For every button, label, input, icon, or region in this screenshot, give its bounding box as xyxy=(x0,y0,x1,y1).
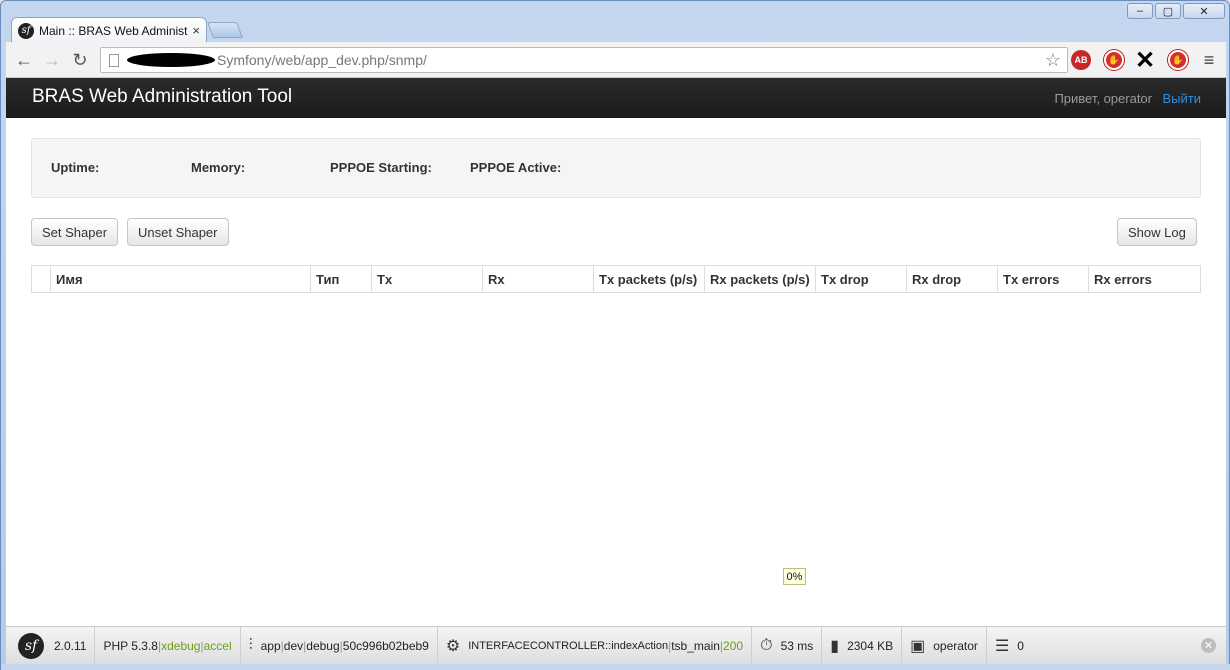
bookmark-star-icon[interactable]: ☆ xyxy=(1045,50,1061,71)
column-tx-packets[interactable]: Tx packets (p/s) xyxy=(593,266,704,292)
menu-icon[interactable]: ≡ xyxy=(1199,50,1219,70)
column-tx-errors[interactable]: Tx errors xyxy=(997,266,1088,292)
reload-icon[interactable]: ↻ xyxy=(68,48,92,72)
page-icon xyxy=(109,53,119,67)
sf-db-item[interactable]: ☰ 0 xyxy=(987,627,1032,665)
maximize-button[interactable]: ▢ xyxy=(1155,3,1181,19)
symfony-logo-icon: sf xyxy=(18,632,44,659)
sf-config-app: app xyxy=(260,638,281,653)
stop-icon[interactable]: ✋ xyxy=(1104,50,1124,70)
forward-arrow-icon[interactable]: → xyxy=(40,48,64,72)
sf-route: tsb_main xyxy=(671,638,720,653)
sf-version-item[interactable]: sf 2.0.11 xyxy=(6,626,96,665)
sf-config-env: dev xyxy=(283,638,304,653)
pppoe-active-label: PPPOE Active: xyxy=(470,160,562,175)
sf-security-item[interactable]: ▣ operator xyxy=(902,626,987,665)
app-navbar: BRAS Web Administration Tool Привет, ope… xyxy=(6,78,1226,118)
loading-progress: 0% xyxy=(783,568,806,585)
logout-link[interactable]: Выйти xyxy=(1163,91,1202,106)
adblock-plus-icon[interactable]: AB xyxy=(1071,50,1091,70)
new-tab-button[interactable] xyxy=(207,22,243,38)
sf-php-item[interactable]: PHP 5.3.8 | xdebug | accel xyxy=(95,626,241,665)
pppoe-starting-label: PPPOE Starting: xyxy=(330,160,432,175)
uptime-label: Uptime: xyxy=(51,160,100,175)
column-rx-drop[interactable]: Rx drop xyxy=(906,266,997,292)
sf-status-code: 200 xyxy=(723,638,744,653)
sf-config-token: 50c996b02beb9 xyxy=(342,638,429,653)
column-rx[interactable]: Rx xyxy=(482,266,593,292)
window-controls: – ▢ ✕ xyxy=(1127,3,1225,19)
symfony-favicon-icon: sf xyxy=(18,22,34,39)
unset-shaper-button[interactable]: Unset Shaper xyxy=(127,218,229,246)
sf-time: 53 ms xyxy=(780,638,814,653)
sf-memory: 2304 KB xyxy=(847,638,894,653)
sf-memory-item[interactable]: ▮ 2304 KB xyxy=(822,626,903,665)
x-icon[interactable]: ✕ xyxy=(1135,47,1155,74)
user-card-icon: ▣ xyxy=(910,637,926,655)
column-type[interactable]: Тип xyxy=(310,266,371,292)
browser-toolbar: ← → ↻ Symfony/web/app_dev.php/snmp/ ☆ AB… xyxy=(6,42,1226,78)
show-log-button[interactable]: Show Log xyxy=(1117,218,1197,246)
column-rx-errors[interactable]: Rx errors xyxy=(1088,266,1200,292)
sf-request-item[interactable]: ⚙ INTERFACECONTROLLER::indexAction | tsb… xyxy=(438,626,753,665)
close-toolbar-icon[interactable]: ✕ xyxy=(1201,638,1216,653)
column-rx-packets[interactable]: Rx packets (p/s) xyxy=(704,266,815,292)
address-bar[interactable]: Symfony/web/app_dev.php/snmp/ ☆ xyxy=(100,47,1068,73)
interfaces-table-header: Имя Тип Tx Rx Tx packets (p/s) Rx packet… xyxy=(31,265,1201,293)
stats-panel: Uptime: Memory: PPPOE Starting: PPPOE Ac… xyxy=(31,138,1201,198)
tab-close-icon[interactable]: × xyxy=(192,23,200,38)
gears-icon: ⚙ xyxy=(445,637,461,655)
sf-config-item[interactable]: ⫶ app | dev | debug | 50c996b02beb9 xyxy=(241,626,438,665)
memory-icon: ▮ xyxy=(830,637,840,655)
memory-label: Memory: xyxy=(191,160,246,175)
database-icon: ☰ xyxy=(994,637,1010,655)
brand-title[interactable]: BRAS Web Administration Tool xyxy=(32,86,292,108)
sf-queries: 0 xyxy=(1017,638,1024,653)
window-bottom-border xyxy=(1,664,1230,670)
tab-title: Main :: BRAS Web Administra xyxy=(39,23,189,38)
column-name[interactable]: Имя xyxy=(50,266,310,292)
minimize-button[interactable]: – xyxy=(1127,3,1153,19)
page-content: BRAS Web Administration Tool Привет, ope… xyxy=(6,78,1226,626)
sf-version: 2.0.11 xyxy=(54,638,87,653)
sf-php-ext-accel: accel xyxy=(203,638,232,653)
symfony-debug-toolbar: sf 2.0.11 PHP 5.3.8 | xdebug | accel ⫶ a… xyxy=(6,626,1226,665)
stop-icon-2[interactable]: ✋ xyxy=(1168,50,1188,70)
browser-window: sf Main :: BRAS Web Administra × – ▢ ✕ ←… xyxy=(0,0,1230,670)
sliders-icon: ⫶ xyxy=(248,636,253,654)
sf-timer-item[interactable]: ⏱ 53 ms xyxy=(752,626,823,665)
sf-controller: INTERFACECONTROLLER::indexAction xyxy=(468,639,669,652)
url-text: Symfony/web/app_dev.php/snmp/ xyxy=(217,52,427,68)
sf-user: operator xyxy=(933,638,978,653)
column-tx[interactable]: Tx xyxy=(371,266,482,292)
select-column-header[interactable] xyxy=(32,266,50,292)
close-window-button[interactable]: ✕ xyxy=(1183,3,1225,19)
column-tx-drop[interactable]: Tx drop xyxy=(815,266,906,292)
stopwatch-icon: ⏱ xyxy=(760,636,773,654)
redacted-host xyxy=(127,53,215,67)
sf-config-debug: debug xyxy=(306,638,340,653)
title-bar: sf Main :: BRAS Web Administra × – ▢ ✕ xyxy=(1,1,1229,43)
user-greeting: Привет, operator xyxy=(1054,91,1152,106)
back-arrow-icon[interactable]: ← xyxy=(12,48,36,72)
set-shaper-button[interactable]: Set Shaper xyxy=(31,218,119,246)
browser-tab[interactable]: sf Main :: BRAS Web Administra × xyxy=(11,17,207,43)
sf-php-ext-xdebug: xdebug xyxy=(161,638,201,653)
sf-php-version: PHP 5.3.8 xyxy=(103,638,158,653)
